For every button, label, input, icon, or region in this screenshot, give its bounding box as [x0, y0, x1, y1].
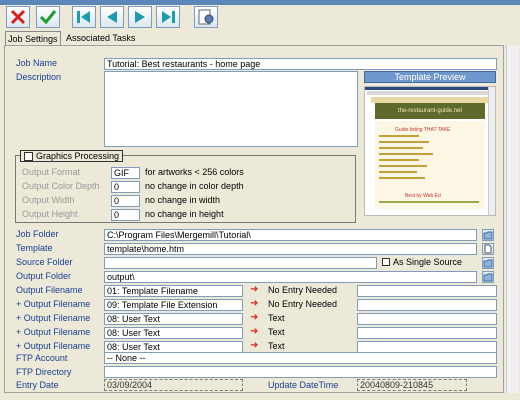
template-input[interactable]: template\home.htm — [104, 243, 477, 255]
folder-icon — [483, 273, 493, 282]
cancel-button[interactable] — [6, 6, 30, 28]
arrow-right-icon: ➜ — [250, 326, 259, 337]
output-folder-browse-button[interactable] — [482, 271, 494, 283]
output-filename-label: + Output Filename — [16, 313, 91, 323]
ftp-account-select[interactable]: -- None -- — [104, 352, 497, 364]
output-filename-label: + Output Filename — [16, 327, 91, 337]
output-filename-select[interactable]: 08: User Text — [104, 313, 243, 325]
job-folder-browse-button[interactable] — [482, 229, 494, 241]
template-preview-button[interactable]: Template Preview — [364, 71, 496, 83]
output-width-input[interactable]: 0 — [111, 195, 140, 207]
output-format-note: for artworks < 256 colors — [145, 167, 244, 177]
graphics-processing-label: Graphics Processing — [36, 150, 120, 161]
settings-icon — [198, 9, 214, 25]
output-filename-note: Text — [268, 313, 285, 323]
next-record-icon — [135, 11, 145, 23]
output-filename-extra-input[interactable] — [357, 327, 497, 339]
output-filename-select[interactable]: 09: Template File Extension — [104, 299, 243, 311]
output-height-input[interactable]: 0 — [111, 209, 140, 221]
first-record-button[interactable] — [72, 6, 96, 28]
arrow-right-icon: ➜ — [250, 312, 259, 323]
arrow-right-icon: ➜ — [250, 284, 259, 295]
cancel-icon — [10, 9, 26, 25]
window-title-strip — [0, 0, 520, 5]
output-filename-select[interactable]: 08: User Text — [104, 327, 243, 339]
ftp-account-label: FTP Account — [16, 353, 68, 363]
confirm-button[interactable] — [36, 6, 60, 28]
output-filename-label: + Output Filename — [16, 341, 91, 351]
file-icon — [484, 244, 492, 254]
output-filename-extra-input[interactable] — [357, 285, 497, 297]
output-filename-label: Output Filename — [16, 285, 83, 295]
job-folder-label: Job Folder — [16, 229, 59, 239]
update-datetime-value: 20040809-210845 — [357, 379, 467, 391]
first-record-icon — [77, 11, 90, 23]
last-record-icon — [162, 11, 175, 23]
output-format-label: Output Format — [22, 167, 81, 177]
description-textarea[interactable] — [104, 71, 358, 147]
tab-job-settings[interactable]: Job Settings — [5, 31, 61, 46]
output-filename-extra-input[interactable] — [357, 313, 497, 325]
output-width-note: no change in width — [145, 195, 221, 205]
preview-best-text: Best by Web Ed — [405, 193, 441, 199]
vertical-scrollbar[interactable] — [506, 45, 519, 393]
source-folder-label: Source Folder — [16, 257, 73, 267]
output-filename-note: Text — [268, 341, 285, 351]
check-icon — [39, 10, 57, 25]
output-color-depth-label: Output Color Depth — [22, 181, 100, 191]
output-filename-note: Text — [268, 327, 285, 337]
output-height-label: Output Height — [22, 209, 78, 219]
arrow-right-icon: ➜ — [250, 340, 259, 351]
output-filename-select[interactable]: 01: Template Filename — [104, 285, 243, 297]
job-name-label: Job Name — [16, 58, 58, 68]
preview-title-text: Guide listing THAT TAKE — [395, 127, 451, 133]
previous-record-button[interactable] — [100, 6, 124, 28]
template-label: Template — [16, 243, 53, 253]
preview-banner-text: the-restaurant-guide.net — [375, 103, 485, 119]
output-height-note: no change in height — [145, 209, 224, 219]
output-width-label: Output Width — [22, 195, 75, 205]
graphics-processing-toggle[interactable]: Graphics Processing — [20, 150, 124, 162]
next-record-button[interactable] — [128, 6, 152, 28]
output-color-depth-note: no change in color depth — [145, 181, 244, 191]
source-folder-browse-button[interactable] — [482, 257, 494, 269]
template-browse-button[interactable] — [482, 243, 494, 255]
settings-button[interactable] — [194, 6, 218, 28]
single-source-checkbox[interactable] — [382, 258, 390, 266]
graphics-processing-checkbox[interactable] — [24, 151, 33, 161]
previous-record-icon — [107, 11, 117, 23]
output-filename-extra-input[interactable] — [357, 299, 497, 311]
output-folder-label: Output Folder — [16, 271, 72, 281]
job-folder-input[interactable]: C:\Program Files\Mergemill\Tutorial\ — [104, 229, 477, 241]
entry-date-value: 03/09/2004 — [104, 379, 243, 391]
job-name-input[interactable]: Tutorial: Best restaurants - home page — [104, 58, 497, 70]
ftp-directory-input[interactable] — [104, 366, 497, 378]
output-filename-label: + Output Filename — [16, 299, 91, 309]
ftp-directory-label: FTP Directory — [16, 367, 72, 377]
arrow-right-icon: ➜ — [250, 298, 259, 309]
output-color-depth-input[interactable]: 0 — [111, 181, 140, 193]
source-folder-input[interactable] — [104, 257, 377, 269]
tab-associated-tasks[interactable]: Associated Tasks — [64, 31, 137, 45]
folder-icon — [483, 259, 493, 268]
description-label: Description — [16, 72, 62, 82]
output-folder-input[interactable]: output\ — [104, 271, 477, 283]
entry-date-label: Entry Date — [16, 380, 59, 390]
output-filename-note: No Entry Needed — [268, 299, 338, 309]
single-source-label: As Single Source — [393, 257, 463, 267]
output-filename-note: No Entry Needed — [268, 285, 338, 295]
output-format-input[interactable]: GIF — [111, 167, 140, 179]
last-record-button[interactable] — [156, 6, 180, 28]
template-preview-image: the-restaurant-guide.net Guide listing T… — [364, 86, 496, 216]
folder-icon — [483, 231, 493, 240]
update-datetime-label: Update DateTime — [268, 380, 339, 390]
